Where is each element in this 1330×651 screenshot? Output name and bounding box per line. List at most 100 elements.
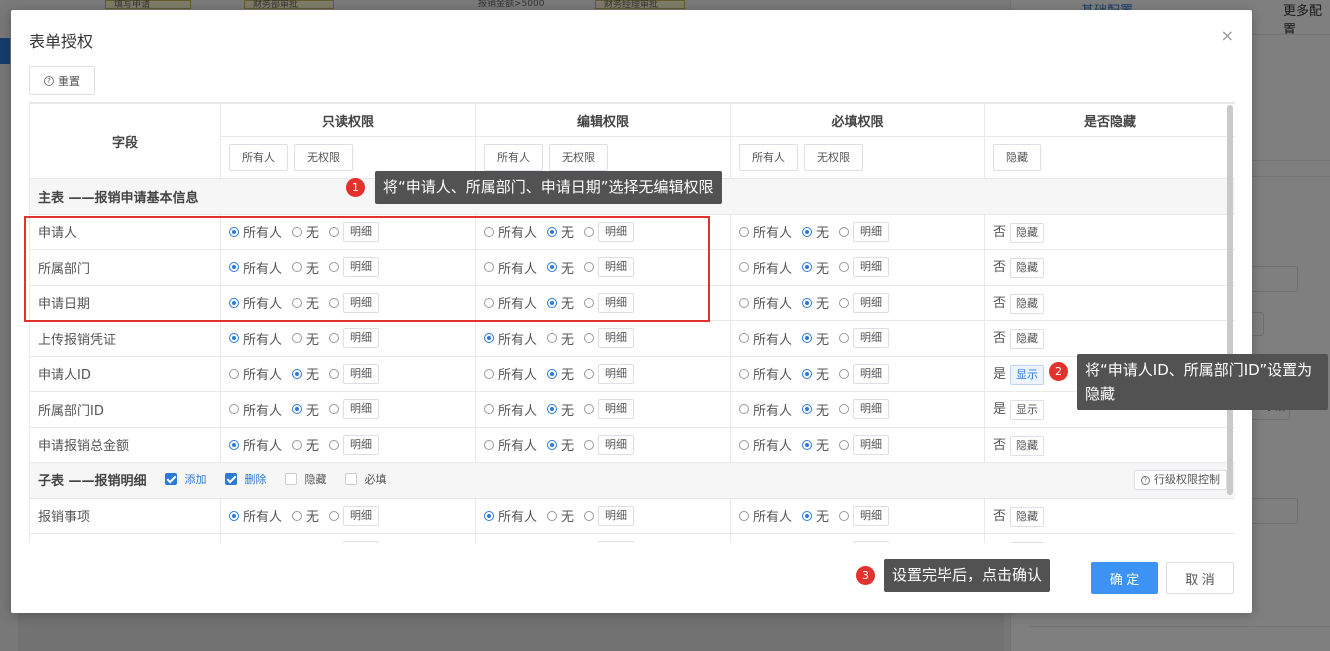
- read-option-all[interactable]: 所有人: [229, 435, 282, 454]
- read-option-none[interactable]: 无: [292, 400, 319, 419]
- read-option-detail[interactable]: 明细: [329, 221, 380, 242]
- detail-button[interactable]: 明细: [598, 328, 635, 349]
- edit-option-none[interactable]: 无: [547, 364, 574, 383]
- edit-option-none[interactable]: 无: [547, 400, 574, 419]
- required-option-none[interactable]: 无: [802, 293, 829, 312]
- required-option-detail[interactable]: 明细: [839, 221, 890, 242]
- required-option-none[interactable]: 无: [802, 400, 829, 419]
- edit-option-detail[interactable]: 明细: [584, 221, 635, 242]
- required-option-detail[interactable]: 明细: [839, 328, 890, 349]
- detail-button[interactable]: 明细: [343, 328, 380, 349]
- hidden-toggle-button[interactable]: 隐藏: [1010, 293, 1045, 314]
- edit-option-detail[interactable]: 明细: [584, 257, 635, 278]
- read-option-detail[interactable]: 明细: [329, 541, 380, 543]
- read-option-all[interactable]: 所有人: [229, 506, 282, 525]
- required-option-none[interactable]: 无: [802, 222, 829, 241]
- edit-all-button[interactable]: 所有人: [484, 144, 543, 171]
- hide-all-button[interactable]: 隐藏: [993, 144, 1041, 171]
- detail-button[interactable]: 明细: [343, 221, 380, 242]
- close-icon[interactable]: ×: [1221, 26, 1234, 45]
- read-option-none[interactable]: 无: [292, 506, 319, 525]
- edit-option-none[interactable]: 无: [547, 506, 574, 525]
- hidden-toggle-button[interactable]: 隐藏: [1010, 435, 1045, 456]
- detail-button[interactable]: 明细: [598, 292, 635, 313]
- required-option-all[interactable]: 所有人: [739, 258, 792, 277]
- read-option-all[interactable]: 所有人: [229, 258, 282, 277]
- read-option-all[interactable]: 所有人: [229, 329, 282, 348]
- detail-button[interactable]: 明细: [853, 257, 890, 278]
- edit-option-all[interactable]: 所有人: [484, 329, 537, 348]
- detail-button[interactable]: 明细: [598, 221, 635, 242]
- edit-option-none[interactable]: 无: [547, 435, 574, 454]
- read-all-button[interactable]: 所有人: [229, 144, 288, 171]
- detail-button[interactable]: 明细: [598, 434, 635, 455]
- read-option-detail[interactable]: 明细: [329, 257, 380, 278]
- edit-option-detail[interactable]: 明细: [584, 541, 635, 543]
- required-option-none[interactable]: 无: [802, 435, 829, 454]
- required-none-button[interactable]: 无权限: [804, 144, 863, 171]
- read-option-detail[interactable]: 明细: [329, 434, 380, 455]
- edit-option-detail[interactable]: 明细: [584, 434, 635, 455]
- edit-option-detail[interactable]: 明细: [584, 505, 635, 526]
- required-option-all[interactable]: 所有人: [739, 293, 792, 312]
- edit-option-detail[interactable]: 明细: [584, 328, 635, 349]
- read-option-none[interactable]: 无: [292, 435, 319, 454]
- required-option-all[interactable]: 所有人: [739, 364, 792, 383]
- edit-option-all[interactable]: 所有人: [484, 542, 537, 543]
- table-scrollbar[interactable]: [1227, 105, 1233, 495]
- read-option-detail[interactable]: 明细: [329, 505, 380, 526]
- edit-none-button[interactable]: 无权限: [549, 144, 608, 171]
- read-option-all[interactable]: 所有人: [229, 222, 282, 241]
- confirm-button[interactable]: 确 定: [1091, 562, 1158, 594]
- sub-option-checkbox[interactable]: 隐藏: [284, 471, 327, 487]
- detail-button[interactable]: 明细: [343, 541, 380, 543]
- required-option-none[interactable]: 无: [802, 329, 829, 348]
- hidden-toggle-button[interactable]: 显示: [1010, 400, 1045, 421]
- edit-option-detail[interactable]: 明细: [584, 399, 635, 420]
- read-option-none[interactable]: 无: [292, 542, 319, 543]
- detail-button[interactable]: 明细: [343, 257, 380, 278]
- detail-button[interactable]: 明细: [853, 221, 890, 242]
- detail-button[interactable]: 明细: [598, 541, 635, 543]
- detail-button[interactable]: 明细: [343, 292, 380, 313]
- hidden-toggle-button[interactable]: 隐藏: [1010, 258, 1045, 279]
- edit-option-detail[interactable]: 明细: [584, 292, 635, 313]
- cancel-button[interactable]: 取 消: [1166, 562, 1234, 594]
- detail-button[interactable]: 明细: [343, 399, 380, 420]
- required-option-all[interactable]: 所有人: [739, 435, 792, 454]
- edit-option-none[interactable]: 无: [547, 293, 574, 312]
- detail-button[interactable]: 明细: [853, 292, 890, 313]
- read-option-all[interactable]: 所有人: [229, 293, 282, 312]
- reset-button[interactable]: ? 重置: [29, 66, 95, 95]
- required-option-all[interactable]: 所有人: [739, 222, 792, 241]
- edit-option-all[interactable]: 所有人: [484, 222, 537, 241]
- edit-option-none[interactable]: 无: [547, 329, 574, 348]
- read-option-all[interactable]: 所有人: [229, 542, 282, 543]
- required-option-detail[interactable]: 明细: [839, 505, 890, 526]
- read-none-button[interactable]: 无权限: [294, 144, 353, 171]
- edit-option-none[interactable]: 无: [547, 258, 574, 277]
- required-option-none[interactable]: 无: [802, 506, 829, 525]
- detail-button[interactable]: 明细: [598, 363, 635, 384]
- sub-option-checkbox[interactable]: 必填: [344, 471, 387, 487]
- read-option-all[interactable]: 所有人: [229, 400, 282, 419]
- read-option-none[interactable]: 无: [292, 258, 319, 277]
- sub-option-checkbox[interactable]: 删除: [224, 471, 267, 487]
- detail-button[interactable]: 明细: [853, 399, 890, 420]
- edit-option-all[interactable]: 所有人: [484, 293, 537, 312]
- required-option-detail[interactable]: 明细: [839, 434, 890, 455]
- edit-option-all[interactable]: 所有人: [484, 400, 537, 419]
- required-option-none[interactable]: 无: [802, 258, 829, 277]
- detail-button[interactable]: 明细: [598, 399, 635, 420]
- required-option-none[interactable]: 无: [802, 542, 829, 543]
- required-option-all[interactable]: 所有人: [739, 506, 792, 525]
- detail-button[interactable]: 明细: [343, 505, 380, 526]
- read-option-none[interactable]: 无: [292, 329, 319, 348]
- edit-option-all[interactable]: 所有人: [484, 506, 537, 525]
- required-option-all[interactable]: 所有人: [739, 329, 792, 348]
- required-option-detail[interactable]: 明细: [839, 257, 890, 278]
- detail-button[interactable]: 明细: [598, 257, 635, 278]
- edit-option-none[interactable]: 无: [547, 542, 574, 543]
- required-option-none[interactable]: 无: [802, 364, 829, 383]
- hidden-toggle-button[interactable]: 隐藏: [1010, 329, 1045, 350]
